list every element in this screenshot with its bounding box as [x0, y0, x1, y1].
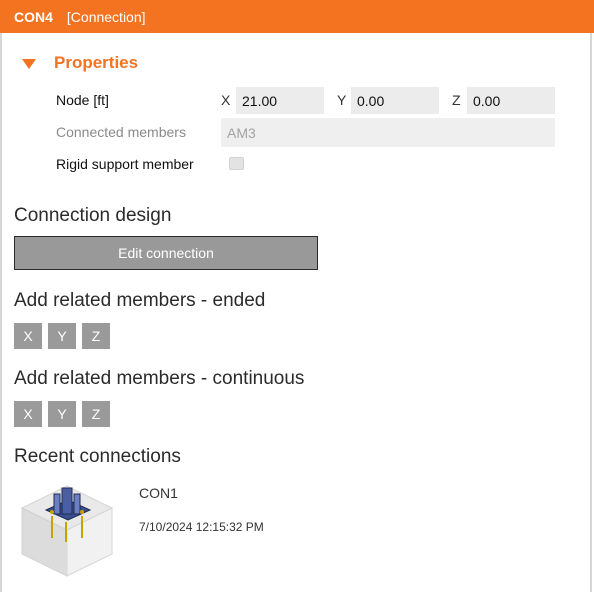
connection-name: CON4 — [14, 8, 53, 25]
collapse-triangle-icon[interactable] — [22, 59, 36, 69]
title-bar: CON4 [Connection] — [0, 0, 594, 33]
connected-members-label: Connected members — [56, 124, 186, 140]
edit-connection-button[interactable]: Edit connection — [14, 236, 318, 270]
connection-thumbnail-icon[interactable] — [18, 478, 116, 583]
connection-type: [Connection] — [66, 8, 146, 25]
x-axis-label: X — [221, 92, 231, 108]
rigid-support-label: Rigid support member — [56, 156, 194, 172]
ended-z-button[interactable]: Z — [82, 323, 110, 349]
continuous-y-button[interactable]: Y — [48, 401, 76, 427]
continuous-x-button[interactable]: X — [14, 401, 42, 427]
node-label: Node [ft] — [56, 92, 109, 108]
recent-connection-name[interactable]: CON1 — [139, 485, 178, 501]
recent-connection-date: 7/10/2024 12:15:32 PM — [139, 520, 264, 534]
related-continuous-heading: Add related members - continuous — [14, 368, 305, 389]
properties-title: Properties — [54, 53, 139, 72]
connected-members-field: AM3 — [221, 118, 555, 147]
connection-design-heading: Connection design — [14, 205, 172, 226]
recent-connections-heading: Recent connections — [14, 446, 181, 467]
properties-section-toggle[interactable]: Properties — [22, 53, 138, 73]
node-x-field[interactable]: 21.00 — [236, 87, 324, 114]
y-axis-label: Y — [337, 92, 347, 108]
ended-y-button[interactable]: Y — [48, 323, 76, 349]
node-z-field[interactable]: 0.00 — [467, 87, 555, 114]
ended-x-button[interactable]: X — [14, 323, 42, 349]
related-ended-heading: Add related members - ended — [14, 290, 266, 311]
continuous-z-button[interactable]: Z — [82, 401, 110, 427]
node-y-field[interactable]: 0.00 — [351, 87, 439, 114]
z-axis-label: Z — [452, 92, 461, 108]
rigid-support-checkbox[interactable] — [229, 157, 244, 170]
